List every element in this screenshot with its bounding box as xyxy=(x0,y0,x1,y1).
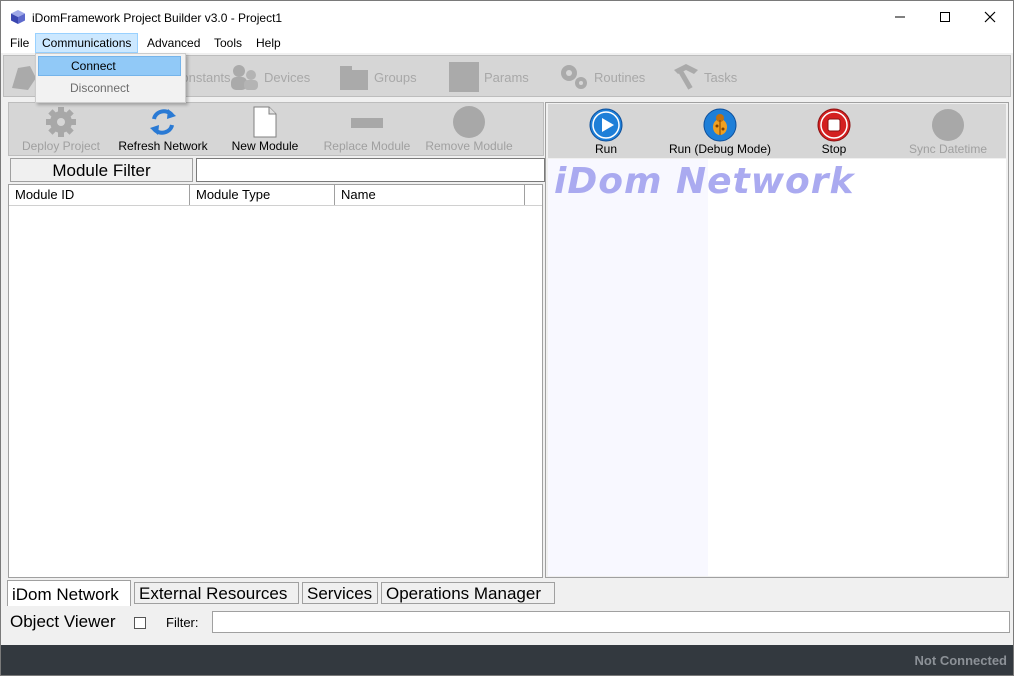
minimize-button[interactable] xyxy=(877,1,923,33)
minimize-icon xyxy=(895,16,905,18)
deploy-project-label: Deploy Project xyxy=(21,139,101,153)
title-bar: iDomFramework Project Builder v3.0 - Pro… xyxy=(1,1,1013,33)
devices-icon xyxy=(231,65,258,90)
network-panel: Run Run (Debug Mode) Stop Sync Datetime … xyxy=(545,102,1009,578)
column-module-type[interactable]: Module Type xyxy=(190,185,335,205)
document-icon xyxy=(253,106,277,138)
menu-bar: File Communications Advanced Tools Help xyxy=(1,33,1013,53)
stop-label: Stop xyxy=(821,142,847,156)
groups-icon xyxy=(340,66,368,90)
tab-external-resources[interactable]: External Resources xyxy=(134,582,299,604)
tasks-button[interactable]: Tasks xyxy=(670,60,737,94)
tab-operations-manager[interactable]: Operations Manager xyxy=(381,582,555,604)
constants-icon xyxy=(12,66,36,90)
deploy-project-button[interactable]: Deploy Project xyxy=(11,105,111,155)
close-button[interactable] xyxy=(967,1,1013,33)
remove-module-label: Remove Module xyxy=(425,139,513,153)
gears-icon xyxy=(561,65,587,89)
menu-tools[interactable]: Tools xyxy=(208,33,248,53)
play-icon xyxy=(589,108,623,142)
communications-dropdown: Connect Disconnect xyxy=(35,53,186,103)
run-button[interactable]: Run xyxy=(578,108,634,158)
remove-module-button[interactable]: Remove Module xyxy=(419,105,519,155)
close-icon xyxy=(984,11,996,23)
modules-toolbar: Deploy Project Refresh Network New Modul… xyxy=(8,102,544,156)
refresh-icon xyxy=(150,109,176,135)
run-label: Run xyxy=(594,142,617,156)
maximize-button[interactable] xyxy=(922,1,968,33)
tasks-label: Tasks xyxy=(704,69,738,85)
run-debug-button[interactable]: Run (Debug Mode) xyxy=(660,108,780,158)
new-module-label: New Module xyxy=(231,139,299,153)
app-window: iDomFramework Project Builder v3.0 - Pro… xyxy=(0,0,1014,676)
maximize-icon xyxy=(940,12,950,22)
menu-disconnect[interactable]: Disconnect xyxy=(38,78,181,98)
stop-button[interactable]: Stop xyxy=(806,108,862,158)
column-name[interactable]: Name xyxy=(335,185,525,205)
tab-services[interactable]: Services xyxy=(302,582,378,604)
cube-icon xyxy=(11,10,25,24)
window-title: iDomFramework Project Builder v3.0 - Pro… xyxy=(32,11,283,25)
menu-file[interactable]: File xyxy=(4,33,35,53)
hammer-icon xyxy=(674,64,698,90)
network-canvas[interactable]: iDom Network xyxy=(548,159,1006,576)
groups-label: Groups xyxy=(374,69,417,85)
modules-panel: Deploy Project Refresh Network New Modul… xyxy=(7,102,545,578)
module-table: Module ID Module Type Name xyxy=(8,184,543,578)
column-module-id[interactable]: Module ID xyxy=(9,185,190,205)
menu-help[interactable]: Help xyxy=(250,33,287,53)
params-label: Params xyxy=(484,69,529,85)
menu-communications[interactable]: Communications xyxy=(35,33,139,53)
canvas-title: iDom Network xyxy=(554,161,855,202)
sync-datetime-button[interactable]: Sync Datetime xyxy=(900,108,996,158)
bug-icon xyxy=(703,108,737,142)
remove-icon xyxy=(453,106,485,138)
menu-connect[interactable]: Connect xyxy=(38,56,181,76)
module-table-header: Module ID Module Type Name xyxy=(9,185,542,206)
devices-button[interactable]: Devices xyxy=(228,60,310,94)
module-filter-button[interactable]: Module Filter xyxy=(10,158,193,182)
connection-status: Not Connected xyxy=(914,653,1007,668)
new-module-button[interactable]: New Module xyxy=(215,105,315,155)
clock-icon xyxy=(932,109,964,141)
object-filter-input[interactable] xyxy=(212,611,1010,633)
module-filter-input[interactable] xyxy=(196,158,545,182)
sync-datetime-label: Sync Datetime xyxy=(908,142,988,156)
refresh-network-button[interactable]: Refresh Network xyxy=(113,105,213,155)
status-bar: Not Connected xyxy=(1,645,1013,675)
stop-icon xyxy=(817,108,851,142)
canvas-strip xyxy=(548,159,708,576)
object-viewer-label: Object Viewer xyxy=(10,612,116,631)
groups-button[interactable]: Groups xyxy=(338,60,417,94)
routines-label: Routines xyxy=(594,69,646,85)
replace-module-label: Replace Module xyxy=(323,139,411,153)
gear-icon xyxy=(46,107,76,137)
menu-advanced[interactable]: Advanced xyxy=(141,33,206,53)
tab-idom-network[interactable]: iDom Network xyxy=(7,580,131,606)
replace-icon xyxy=(351,118,383,128)
object-viewer-checkbox[interactable] xyxy=(134,617,146,629)
object-viewer-row: Object Viewer Filter: xyxy=(3,609,1011,637)
params-icon xyxy=(449,62,479,92)
filter-label: Filter: xyxy=(166,615,199,630)
refresh-network-label: Refresh Network xyxy=(118,139,208,153)
run-toolbar: Run Run (Debug Mode) Stop Sync Datetime xyxy=(548,104,1006,158)
run-debug-label: Run (Debug Mode) xyxy=(668,142,772,156)
routines-button[interactable]: Routines xyxy=(558,60,645,94)
params-button[interactable]: Params xyxy=(448,60,529,94)
devices-label: Devices xyxy=(264,69,311,85)
replace-module-button[interactable]: Replace Module xyxy=(317,105,417,155)
module-filter-row: Module Filter xyxy=(10,158,545,183)
